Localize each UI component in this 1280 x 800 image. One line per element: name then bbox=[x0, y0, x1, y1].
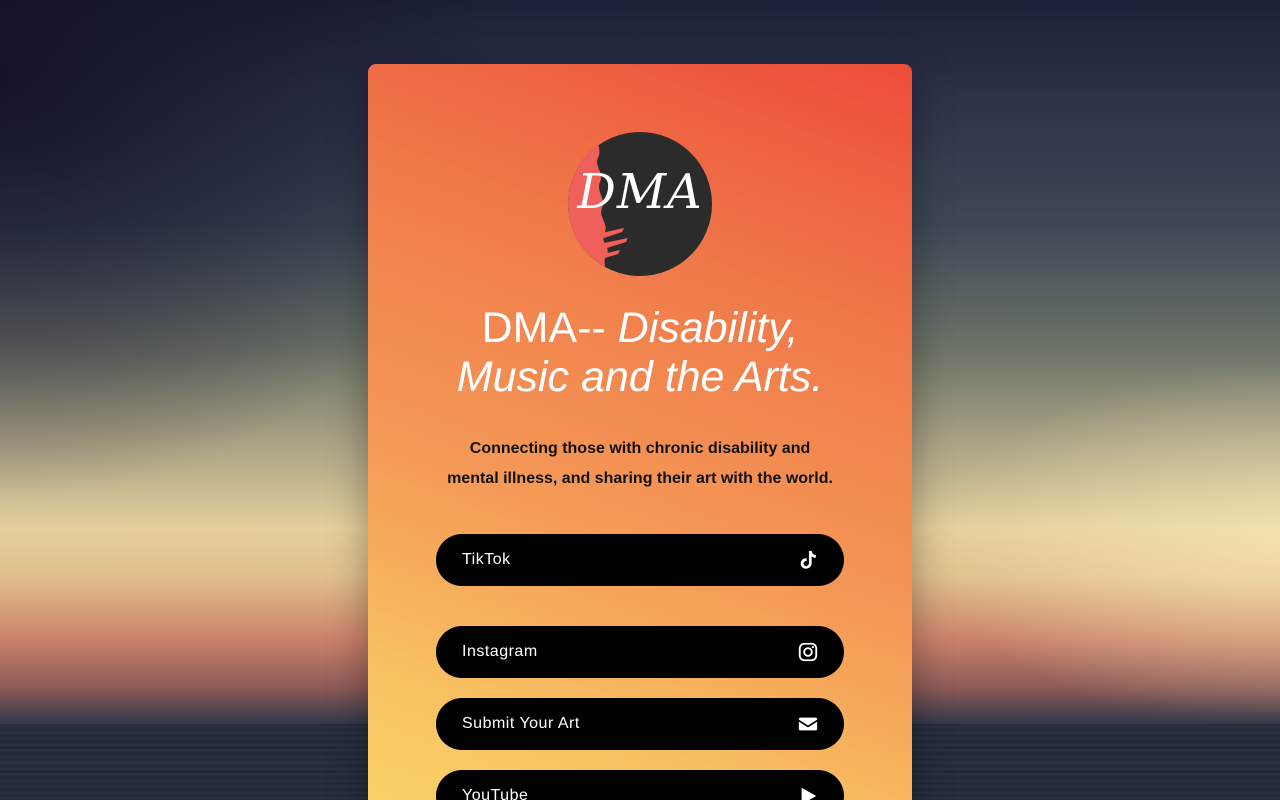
submit-art-link-button[interactable]: Submit Your Art bbox=[436, 698, 844, 750]
link-label: Instagram bbox=[462, 643, 538, 660]
link-label: Submit Your Art bbox=[462, 715, 580, 732]
title-prefix: DMA-- bbox=[481, 304, 618, 352]
profile-card: DMA DMA-- Disability, Music and the Arts… bbox=[368, 64, 912, 800]
instagram-link-button[interactable]: Instagram bbox=[436, 626, 844, 678]
page-title: DMA-- Disability, Music and the Arts. bbox=[428, 304, 852, 402]
play-icon bbox=[801, 787, 817, 800]
instagram-icon bbox=[798, 642, 818, 662]
page: DMA DMA-- Disability, Music and the Arts… bbox=[0, 0, 1280, 800]
link-label: TikTok bbox=[462, 551, 511, 568]
envelope-icon bbox=[798, 717, 818, 731]
logo-text: DMA bbox=[577, 164, 703, 220]
tiktok-icon bbox=[800, 550, 816, 569]
youtube-link-button[interactable]: YouTube bbox=[436, 770, 844, 800]
profile-logo-avatar: DMA bbox=[568, 132, 712, 276]
link-label: YouTube bbox=[462, 787, 529, 800]
tiktok-link-button[interactable]: TikTok bbox=[436, 534, 844, 586]
page-description: Connecting those with chronic disability… bbox=[447, 440, 833, 487]
